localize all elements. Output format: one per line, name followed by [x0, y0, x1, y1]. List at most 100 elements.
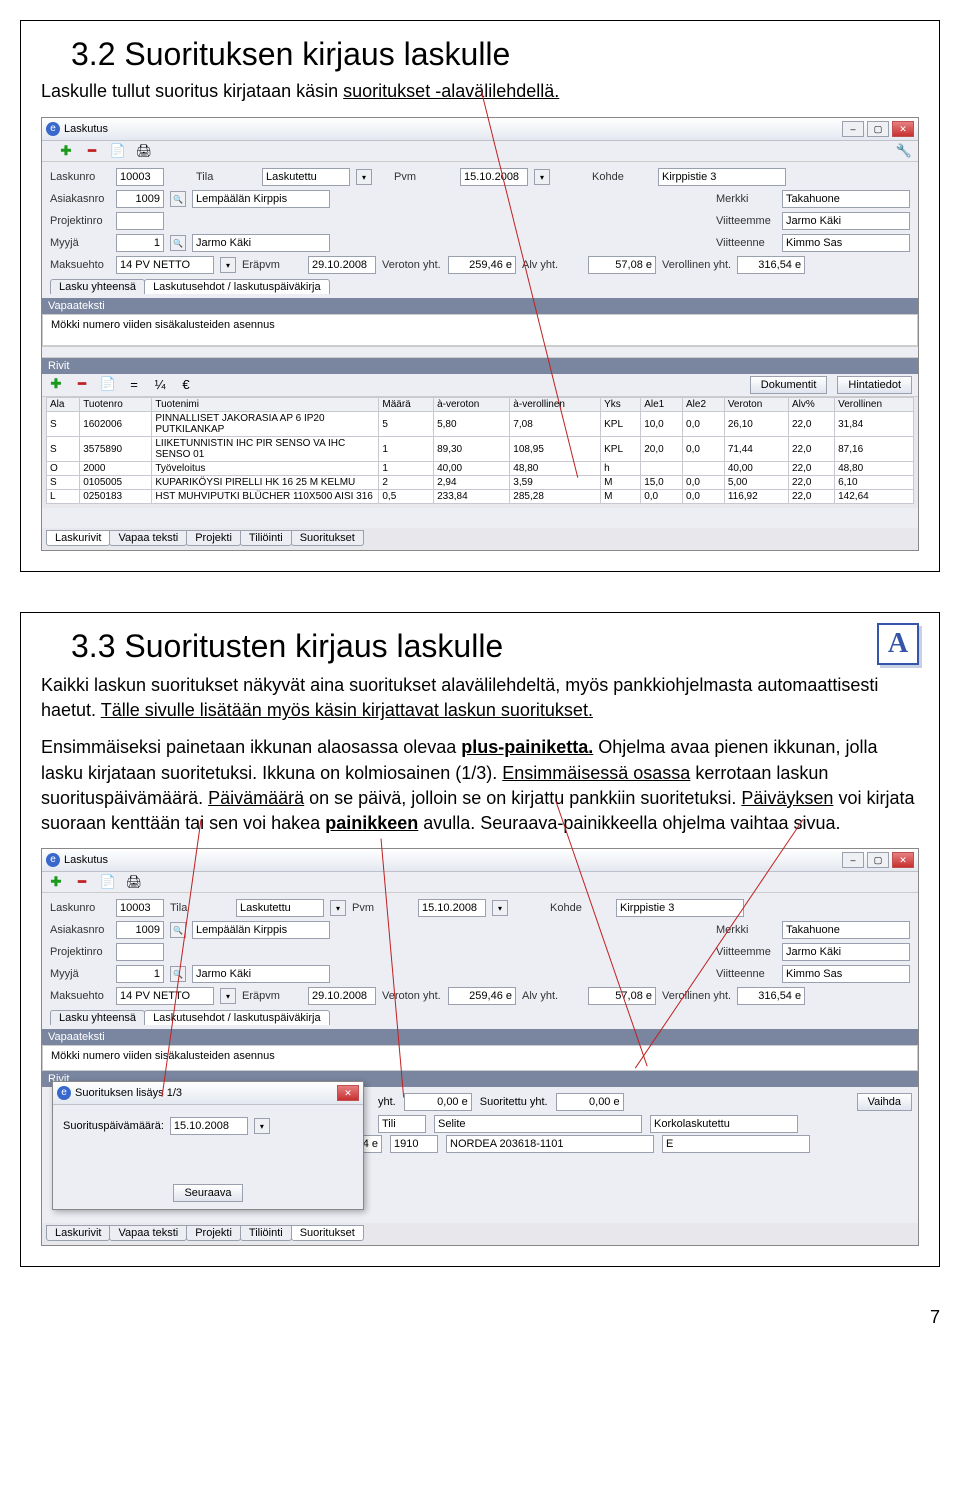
bottom-tab-laskurivit[interactable]: Laskurivit — [46, 530, 110, 546]
button-vaihda[interactable]: Vaihda — [857, 1093, 912, 1111]
field-merkki[interactable]: Takahuone — [782, 190, 910, 208]
minimize-button[interactable]: – — [842, 121, 864, 137]
p2h: Päiväyksen — [741, 788, 833, 808]
toolbar-copy-icon[interactable]: 📄 — [110, 143, 126, 159]
toolbar-add-icon[interactable]: ✚ — [58, 143, 74, 159]
bottom-tab-projekti[interactable]: Projekti — [186, 530, 241, 546]
rows-table[interactable]: Ala Tuotenro Tuotenimi Määrä à-veroton à… — [46, 397, 914, 504]
dropdown-maksuehto[interactable]: ▾ — [220, 257, 236, 273]
field-asiakasnro[interactable]: 1009 — [116, 190, 164, 208]
field-projektinro-2[interactable] — [116, 943, 164, 961]
popup-suorituksen-lisays: e Suorituksen lisäys 1/3 ✕ Suorituspäivä… — [52, 1081, 364, 1210]
field-laskunro-2[interactable]: 10003 — [116, 899, 164, 917]
field-asiakasnro-2[interactable]: 1009 — [116, 921, 164, 939]
popup-date-field[interactable]: 15.10.2008 — [170, 1117, 248, 1135]
bottom-tab-projekti[interactable]: Projekti — [186, 1225, 241, 1241]
popup-datepicker-button[interactable]: ▾ — [254, 1118, 270, 1134]
label-kohde: Kohde — [592, 171, 652, 183]
rows-copy-icon[interactable]: 📄 — [100, 376, 116, 392]
popup-seuraava-button[interactable]: Seuraava — [173, 1184, 242, 1202]
close-button-2[interactable]: ✕ — [892, 852, 914, 868]
toolbar-print-icon-2[interactable]: 🖨 — [126, 874, 142, 890]
rows-equals-icon[interactable]: = — [126, 376, 142, 392]
section-header-vapaateksti: Vapaateksti — [42, 298, 918, 314]
bottom-tab-laskurivit[interactable]: Laskurivit — [46, 1225, 110, 1241]
label-verollinen-2: Verollinen yht. — [662, 990, 731, 1002]
textarea-vapaateksti-2[interactable]: Mökki numero viiden sisäkalusteiden asen… — [42, 1045, 918, 1071]
field-erapvm[interactable]: 29.10.2008 — [308, 256, 376, 274]
label-viitteemme: Viitteemme — [716, 215, 776, 227]
bottom-tab-suoritukset[interactable]: Suoritukset — [291, 530, 364, 546]
toolbar-copy-icon-2[interactable]: 📄 — [100, 874, 116, 890]
rows-remove-icon[interactable]: ━ — [74, 376, 90, 392]
label-myyja-2: Myyjä — [50, 968, 110, 980]
app-icon: e — [46, 122, 60, 136]
rows-add-icon[interactable]: ✚ — [48, 376, 64, 392]
button-hintatiedot[interactable]: Hintatiedot — [837, 376, 912, 394]
bottom-tab-tiliöinti[interactable]: Tiliöinti — [240, 1225, 292, 1241]
field-viitteemme-2[interactable]: Jarmo Käki — [782, 943, 910, 961]
field-myyja-no[interactable]: 1 — [116, 234, 164, 252]
tab-laskutusehdot[interactable]: Laskutusehdot / laskutuspäiväkirja — [144, 279, 330, 294]
dropdown-tila[interactable]: ▾ — [356, 169, 372, 185]
toolbar-remove-icon[interactable]: ━ — [84, 143, 100, 159]
bottom-tab-vapaa-teksti[interactable]: Vapaa teksti — [109, 530, 187, 546]
field-projektinro[interactable] — [116, 212, 164, 230]
table-row[interactable]: S3575890LIIKETUNNISTIN IHC PIR SENSO VA … — [47, 437, 914, 462]
table-row[interactable]: S1602006PINNALLISET JAKORASIA AP 6 IP20 … — [47, 412, 914, 437]
field-maksuehto[interactable]: 14 PV NETTO — [116, 256, 214, 274]
lookup-myyja[interactable]: 🔍 — [170, 235, 186, 251]
rows-euro-icon[interactable]: € — [178, 376, 194, 392]
popup-icon: e — [57, 1086, 71, 1100]
field-merkki-2[interactable]: Takahuone — [782, 921, 910, 939]
table-row[interactable]: L0250183HST MUHVIPUTKI BLÜCHER 110X500 A… — [47, 490, 914, 504]
field-maksuehto-2[interactable]: 14 PV NETTO — [116, 987, 214, 1005]
field-viitteenne-2[interactable]: Kimmo Sas — [782, 965, 910, 983]
field-kohde[interactable]: Kirppistie 3 — [658, 168, 786, 186]
field-tila-2[interactable]: Laskutettu — [236, 899, 324, 917]
datepicker-pvm-2[interactable]: ▾ — [492, 900, 508, 916]
lookup-asiakas[interactable]: 🔍 — [170, 191, 186, 207]
toolbar-tool-icon[interactable]: 🔧 — [896, 143, 912, 159]
toolbar-add-icon-2[interactable]: ✚ — [48, 874, 64, 890]
table-row[interactable]: S0105005KUPARIKÖYSI PIRELLI HK 16 25 M K… — [47, 476, 914, 490]
field-kohde-2[interactable]: Kirppistie 3 — [616, 899, 744, 917]
tab-lasku-yhteensa[interactable]: Lasku yhteensä — [50, 279, 145, 294]
col-ale2: Ale2 — [683, 398, 725, 412]
field-erapvm-2[interactable]: 29.10.2008 — [308, 987, 376, 1005]
dropdown-maksuehto-2[interactable]: ▾ — [220, 988, 236, 1004]
toolbar-remove-icon-2[interactable]: ━ — [74, 874, 90, 890]
field-myyja-no-2[interactable]: 1 — [116, 965, 164, 983]
table-row[interactable]: O2000Työveloitus140,0048,80h40,0022,048,… — [47, 462, 914, 476]
minimize-button-2[interactable]: – — [842, 852, 864, 868]
field-viitteenne[interactable]: Kimmo Sas — [782, 234, 910, 252]
rows-sum-icon[interactable]: ¼ — [152, 376, 168, 392]
textarea-vapaateksti[interactable]: Mökki numero viiden sisäkalusteiden asen… — [42, 314, 918, 346]
maximize-button-2[interactable]: ▢ — [867, 852, 889, 868]
field-laskunro[interactable]: 10003 — [116, 168, 164, 186]
button-dokumentit[interactable]: Dokumentit — [750, 376, 828, 394]
field-tila[interactable]: Laskutettu — [262, 168, 350, 186]
bottom-tab-suoritukset[interactable]: Suoritukset — [291, 1225, 364, 1241]
bottom-tab-tiliöinti[interactable]: Tiliöinti — [240, 530, 292, 546]
dropdown-tila-2[interactable]: ▾ — [330, 900, 346, 916]
field-viitteemme[interactable]: Jarmo Käki — [782, 212, 910, 230]
field-alvyht: 57,08 e — [588, 256, 656, 274]
label-alvyht: Alv yht. — [522, 259, 582, 271]
page-number: 7 — [20, 1307, 940, 1328]
toolbar-print-icon[interactable]: 🖨 — [136, 143, 152, 159]
field-pvm[interactable]: 15.10.2008 — [460, 168, 528, 186]
maximize-button[interactable]: ▢ — [867, 121, 889, 137]
col-ale1: Ale1 — [641, 398, 683, 412]
popup-title: Suorituksen lisäys 1/3 — [75, 1087, 182, 1099]
field-yht: 0,00 e — [404, 1093, 472, 1111]
label-pvm: Pvm — [394, 171, 454, 183]
datepicker-pvm[interactable]: ▾ — [534, 169, 550, 185]
field-pvm-2[interactable]: 15.10.2008 — [418, 899, 486, 917]
bottom-tab-vapaa-teksti[interactable]: Vapaa teksti — [109, 1225, 187, 1241]
popup-close-button[interactable]: ✕ — [337, 1085, 359, 1101]
col-selite: Selite — [434, 1115, 642, 1133]
close-button[interactable]: ✕ — [892, 121, 914, 137]
tab-lasku-yhteensa-2[interactable]: Lasku yhteensä — [50, 1010, 145, 1025]
field-e: E — [662, 1135, 810, 1153]
